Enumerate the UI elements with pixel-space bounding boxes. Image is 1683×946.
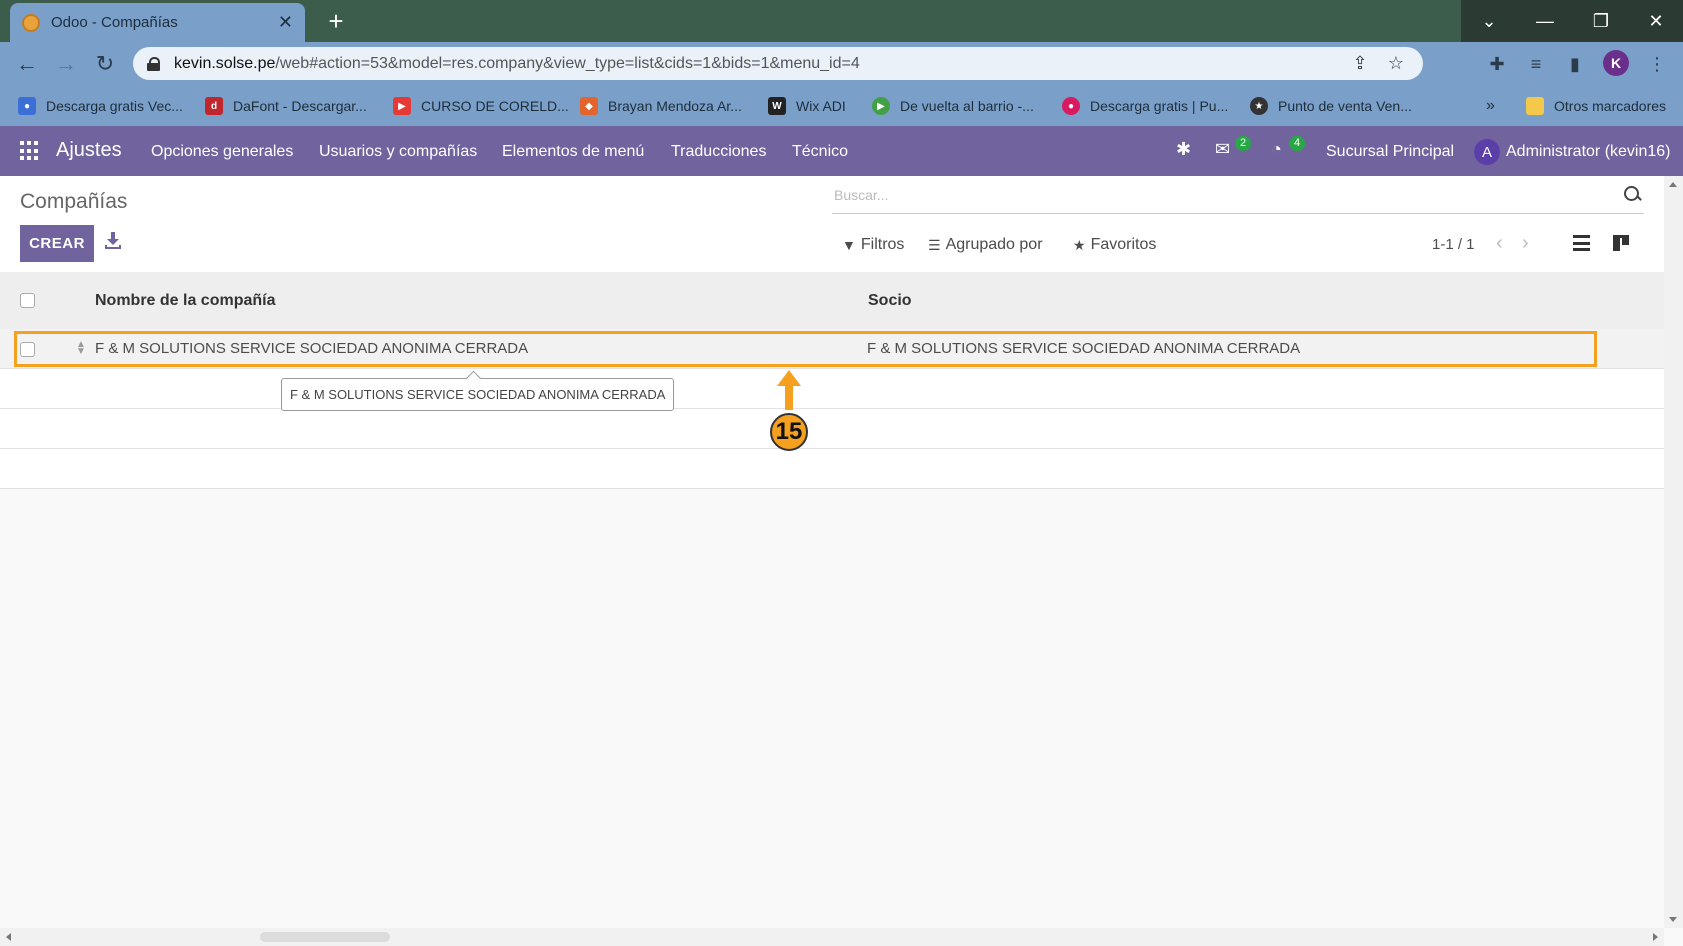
empty-row [0,409,1664,449]
menu-traducciones[interactable]: Traducciones [671,143,766,161]
column-header-partner[interactable]: Socio [868,292,912,310]
bookmark-item[interactable]: ◆ Brayan Mendoza Ar... [580,95,742,117]
step-number-badge: 15 [770,413,808,451]
search-icon[interactable] [1622,184,1644,206]
reload-icon[interactable]: ↻ [91,50,119,78]
chrome-menu-icon[interactable]: ⋮ [1643,50,1671,78]
list-view-icon[interactable] [1573,235,1590,251]
menu-usuarios-companias[interactable]: Usuarios y compañías [319,143,477,161]
bookmark-item[interactable]: W Wix ADI [768,95,846,117]
group-by-button[interactable]: ☰ Agrupado por [928,236,1043,254]
tab-title: Odoo - Compañías [51,14,178,31]
table-header: Nombre de la compañía Socio [0,272,1664,329]
messages-count-badge: 2 [1235,136,1252,151]
minimize-button[interactable]: — [1517,0,1573,42]
bookmark-favicon-icon: ● [18,97,36,115]
pager-value[interactable]: 1-1 / 1 [1432,236,1475,253]
create-button[interactable]: CREAR [20,225,94,262]
extensions-puzzle-icon[interactable]: ✚ [1483,50,1511,78]
column-header-company-name[interactable]: Nombre de la compañía [95,292,276,310]
search-bar[interactable]: Buscar... [832,176,1644,214]
bookmarks-bar: ● Descarga gratis Vec... d DaFont - Descar… [0,85,1683,126]
youtube-icon: ▶ [393,97,411,115]
browser-tab-bar: Odoo - Compañías ✕ + ⌄ — ❐ ✕ [0,0,1683,42]
apps-grid-icon[interactable] [20,141,40,161]
browser-profile-avatar[interactable]: K [1603,50,1629,76]
star-icon: ★ [1073,236,1086,253]
drop-icon: ● [1062,97,1080,115]
breadcrumb: Compañías [20,190,128,213]
bookmark-item[interactable]: ★ Punto de venta Ven... [1250,95,1412,117]
download-icon[interactable] [105,232,121,250]
empty-row [0,449,1664,489]
new-tab-button[interactable]: + [320,6,352,38]
bookmark-favicon-icon: d [205,97,223,115]
branch-switcher[interactable]: Sucursal Principal [1326,143,1454,161]
user-avatar[interactable]: A [1474,139,1500,165]
address-bar: ← → ↻ kevin.solse.pe/web#action=53&model… [0,42,1683,85]
debug-bug-icon[interactable]: ✱ [1176,139,1191,160]
other-bookmarks-folder[interactable]: Otros marcadores [1526,95,1666,117]
bookmark-item[interactable]: ● Descarga gratis Vec... [18,95,183,117]
filters-button[interactable]: ▼ Filtros [842,236,904,254]
forward-arrow-icon[interactable]: → [52,50,80,78]
url-omnibox[interactable]: kevin.solse.pe/web#action=53&model=res.c… [133,47,1423,80]
app-name[interactable]: Ajustes [56,139,122,162]
pager-previous-icon[interactable]: ‹ [1496,232,1503,255]
play-icon: ▶ [872,97,890,115]
bookmark-star-icon[interactable]: ☆ [1383,51,1409,77]
select-all-checkbox[interactable] [20,293,35,308]
gitlab-icon: ◆ [580,97,598,115]
annotation-arrow-icon [777,370,801,410]
close-window-button[interactable]: ✕ [1629,0,1683,42]
reading-list-icon[interactable]: ≡ [1522,50,1550,78]
bookmark-item[interactable]: ● Descarga gratis | Pu... [1062,95,1228,117]
row-highlight-frame [14,331,1597,367]
control-panel: Compañías CREAR Buscar... ▼ Filtros ☰ Ag… [0,176,1664,272]
filter-funnel-icon: ▼ [842,237,856,253]
activities-clock-icon[interactable]: ◔ [1271,139,1282,160]
vertical-scrollbar[interactable] [1664,176,1683,928]
menu-tecnico[interactable]: Técnico [792,143,848,161]
empty-row [0,369,1664,409]
folder-icon [1526,97,1544,115]
layers-icon: ☰ [928,236,941,253]
tab-search-chevron-icon[interactable]: ⌄ [1461,0,1517,42]
menu-elementos-de-menu[interactable]: Elementos de menú [502,143,644,161]
bookmark-item[interactable]: d DaFont - Descargar... [205,95,367,117]
side-panel-icon[interactable]: ▮ [1561,50,1589,78]
back-arrow-icon[interactable]: ← [13,50,41,78]
activities-count-badge: 4 [1289,136,1306,151]
favorites-button[interactable]: ★ Favoritos [1073,236,1156,254]
url-text[interactable]: kevin.solse.pe/web#action=53&model=res.c… [174,55,1337,73]
wix-icon: W [768,97,786,115]
user-menu[interactable]: Administrator (kevin16) [1506,143,1671,161]
odoo-navbar: Ajustes Opciones generales Usuarios y co… [0,126,1683,176]
pager-next-icon[interactable]: › [1522,232,1529,255]
share-icon[interactable]: ⇪ [1347,51,1373,77]
horizontal-scrollbar[interactable] [0,928,1664,946]
menu-opciones-generales[interactable]: Opciones generales [151,143,293,161]
odoo-favicon-icon [22,13,40,32]
cell-tooltip: F & M SOLUTIONS SERVICE SOCIEDAD ANONIMA… [281,378,675,411]
bookmarks-overflow-button[interactable]: » [1486,95,1495,117]
kanban-view-icon[interactable] [1613,235,1629,251]
search-input[interactable]: Buscar... [832,187,1622,203]
messages-icon[interactable]: ✉ [1215,139,1230,160]
bookmark-item[interactable]: ▶ CURSO DE CORELD... [393,95,569,117]
bookmark-item[interactable]: ▶ De vuelta al barrio -... [872,95,1034,117]
star-badge-icon: ★ [1250,97,1268,115]
lock-icon [147,56,160,71]
browser-tab-odoo[interactable]: Odoo - Compañías ✕ [10,3,305,42]
tab-close-icon[interactable]: ✕ [278,12,293,33]
restore-button[interactable]: ❐ [1573,0,1629,42]
